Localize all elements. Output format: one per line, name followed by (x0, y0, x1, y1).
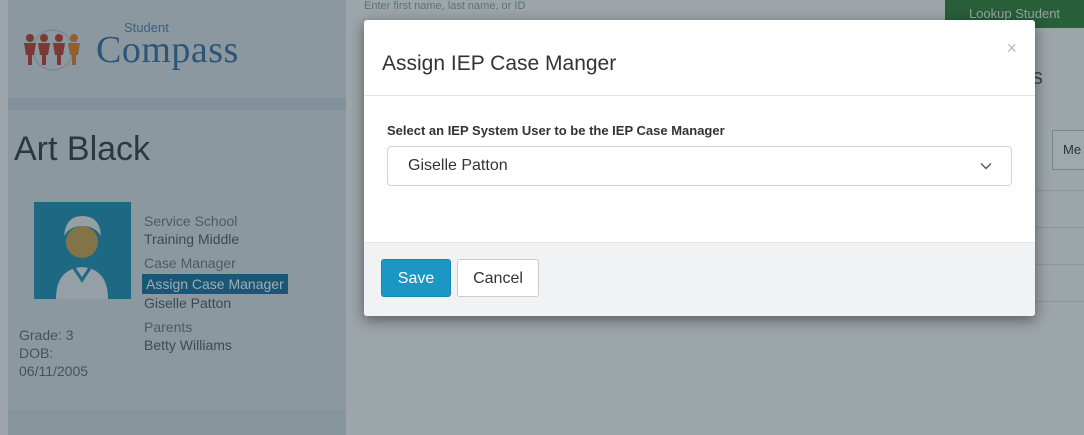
save-button[interactable]: Save (381, 259, 451, 297)
modal-header: Assign IEP Case Manger × (364, 20, 1035, 96)
cancel-button[interactable]: Cancel (457, 259, 539, 297)
modal-footer: Save Cancel (364, 242, 1035, 316)
chevron-down-icon (980, 163, 992, 170)
select-user-label: Select an IEP System User to be the IEP … (387, 123, 725, 138)
assign-case-manager-modal: Assign IEP Case Manger × Select an IEP S… (364, 20, 1035, 316)
case-manager-select[interactable]: Giselle Patton (387, 146, 1012, 186)
selected-user-value: Giselle Patton (408, 157, 508, 174)
close-icon[interactable]: × (1006, 38, 1017, 59)
modal-title: Assign IEP Case Manger (382, 52, 617, 75)
